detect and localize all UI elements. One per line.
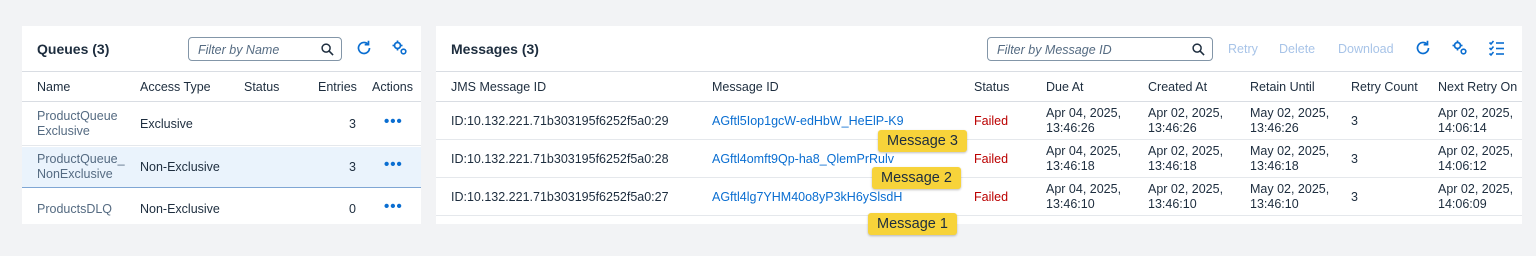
col-next-retry-on[interactable]: Next Retry On	[1438, 80, 1517, 94]
table-row[interactable]: ID:10.132.221.71b303195f6252f5a0:29 AGft…	[436, 103, 1522, 140]
queues-panel: Queues (3) Filter by Name Name Access Ty…	[22, 26, 421, 224]
col-due-at[interactable]: Due At	[1046, 80, 1084, 94]
message-id-link[interactable]: AGftl4lg7YHM40o8yP3kH6ySlsdH	[712, 190, 902, 205]
next-retry-on: Apr 02, 2025, 14:06:12	[1438, 144, 1514, 173]
messages-title: Messages (3)	[451, 41, 539, 57]
queues-toolbar: Queues (3) Filter by Name	[22, 26, 421, 72]
queue-filter-placeholder: Filter by Name	[198, 43, 280, 57]
status-badge: Failed	[974, 152, 1009, 166]
queues-refresh-button[interactable]	[355, 39, 375, 59]
search-icon[interactable]	[321, 43, 334, 56]
jms-message-id: ID:10.132.221.71b303195f6252f5a0:28	[451, 152, 669, 166]
col-name[interactable]: Name	[37, 80, 70, 94]
table-row[interactable]: ProductQueue_ NonExclusive Non-Exclusive …	[22, 147, 421, 188]
retain-until: May 02, 2025, 13:46:18	[1250, 144, 1330, 173]
settings-icon	[392, 40, 407, 55]
table-row[interactable]: ID:10.132.221.71b303195f6252f5a0:28 AGft…	[436, 141, 1522, 178]
messages-toolbar: Messages (3) Filter by Message ID Retry …	[436, 26, 1522, 72]
retry-button[interactable]: Retry	[1228, 42, 1258, 56]
callout-message-2: Message 2	[863, 158, 961, 189]
messages-refresh-button[interactable]	[1414, 39, 1434, 59]
col-created-at[interactable]: Created At	[1148, 80, 1207, 94]
messages-panel: Messages (3) Filter by Message ID Retry …	[436, 26, 1522, 224]
retain-until: May 02, 2025, 13:46:26	[1250, 106, 1330, 135]
download-button[interactable]: Download	[1338, 42, 1394, 56]
retry-count: 3	[1351, 190, 1358, 204]
queue-access-type: Non-Exclusive	[140, 202, 220, 216]
due-at: Apr 04, 2025, 13:46:18	[1046, 144, 1122, 173]
next-retry-on: Apr 02, 2025, 14:06:09	[1438, 182, 1514, 211]
table-row[interactable]: ID:10.132.221.71b303195f6252f5a0:27 AGft…	[436, 179, 1522, 216]
col-entries[interactable]: Entries	[318, 80, 357, 94]
col-retain-until[interactable]: Retain Until	[1250, 80, 1315, 94]
retain-until: May 02, 2025, 13:46:10	[1250, 182, 1330, 211]
search-icon[interactable]	[1192, 43, 1205, 56]
queue-name: ProductQueue Exclusive	[37, 109, 118, 138]
delete-button[interactable]: Delete	[1279, 42, 1315, 56]
status-badge: Failed	[974, 114, 1009, 128]
queue-entries: 3	[349, 117, 356, 131]
callout-message-3: Message 3	[869, 121, 967, 152]
settings-icon	[1452, 40, 1467, 55]
status-badge: Failed	[974, 190, 1009, 204]
queue-name: ProductsDLQ	[37, 202, 113, 216]
created-at: Apr 02, 2025, 13:46:18	[1148, 144, 1224, 173]
col-status[interactable]: Status	[244, 80, 279, 94]
messages-settings-button[interactable]	[1451, 39, 1471, 59]
queue-entries: 3	[349, 160, 356, 174]
retry-count: 3	[1351, 114, 1358, 128]
retry-count: 3	[1351, 152, 1358, 166]
refresh-icon	[1416, 40, 1430, 55]
column-settings-icon	[1488, 40, 1504, 57]
col-status[interactable]: Status	[974, 80, 1009, 94]
message-filter-input[interactable]: Filter by Message ID	[987, 37, 1213, 61]
table-row[interactable]: ProductsDLQ Non-Exclusive 0 •••	[22, 189, 421, 224]
col-access-type[interactable]: Access Type	[140, 80, 211, 94]
queues-title: Queues (3)	[37, 41, 110, 57]
messages-table-header: JMS Message ID Message ID Status Due At …	[436, 72, 1522, 102]
jms-message-id: ID:10.132.221.71b303195f6252f5a0:27	[451, 190, 669, 204]
message-id-link[interactable]: AGftl4omft9Qp-ha8_QlemPrRulv	[712, 152, 894, 167]
refresh-icon	[357, 40, 371, 55]
queue-access-type: Non-Exclusive	[140, 160, 220, 174]
queues-settings-button[interactable]	[391, 39, 411, 59]
queue-access-type: Exclusive	[140, 117, 193, 131]
message-filter-placeholder: Filter by Message ID	[997, 43, 1112, 57]
column-settings-button[interactable]	[1488, 39, 1508, 59]
row-actions-button[interactable]: •••	[384, 198, 403, 215]
col-jms-message-id[interactable]: JMS Message ID	[451, 80, 546, 94]
queues-table-header: Name Access Type Status Entries Actions	[22, 72, 421, 102]
table-row[interactable]: ProductQueue Exclusive Exclusive 3 •••	[22, 103, 421, 146]
queue-entries: 0	[349, 202, 356, 216]
col-message-id[interactable]: Message ID	[712, 80, 779, 94]
callout-message-1: Message 1	[859, 204, 957, 235]
row-actions-button[interactable]: •••	[384, 113, 403, 130]
jms-message-id: ID:10.132.221.71b303195f6252f5a0:29	[451, 114, 669, 128]
next-retry-on: Apr 02, 2025, 14:06:14	[1438, 106, 1514, 135]
message-id-link[interactable]: AGftl5Iop1gcW-edHbW_HeElP-K9	[712, 114, 904, 129]
queue-filter-input[interactable]: Filter by Name	[188, 37, 342, 61]
queue-name: ProductQueue_ NonExclusive	[37, 152, 125, 181]
col-actions[interactable]: Actions	[372, 80, 413, 94]
due-at: Apr 04, 2025, 13:46:10	[1046, 182, 1122, 211]
created-at: Apr 02, 2025, 13:46:10	[1148, 182, 1224, 211]
created-at: Apr 02, 2025, 13:46:26	[1148, 106, 1224, 135]
due-at: Apr 04, 2025, 13:46:26	[1046, 106, 1122, 135]
col-retry-count[interactable]: Retry Count	[1351, 80, 1418, 94]
row-actions-button[interactable]: •••	[384, 156, 403, 173]
